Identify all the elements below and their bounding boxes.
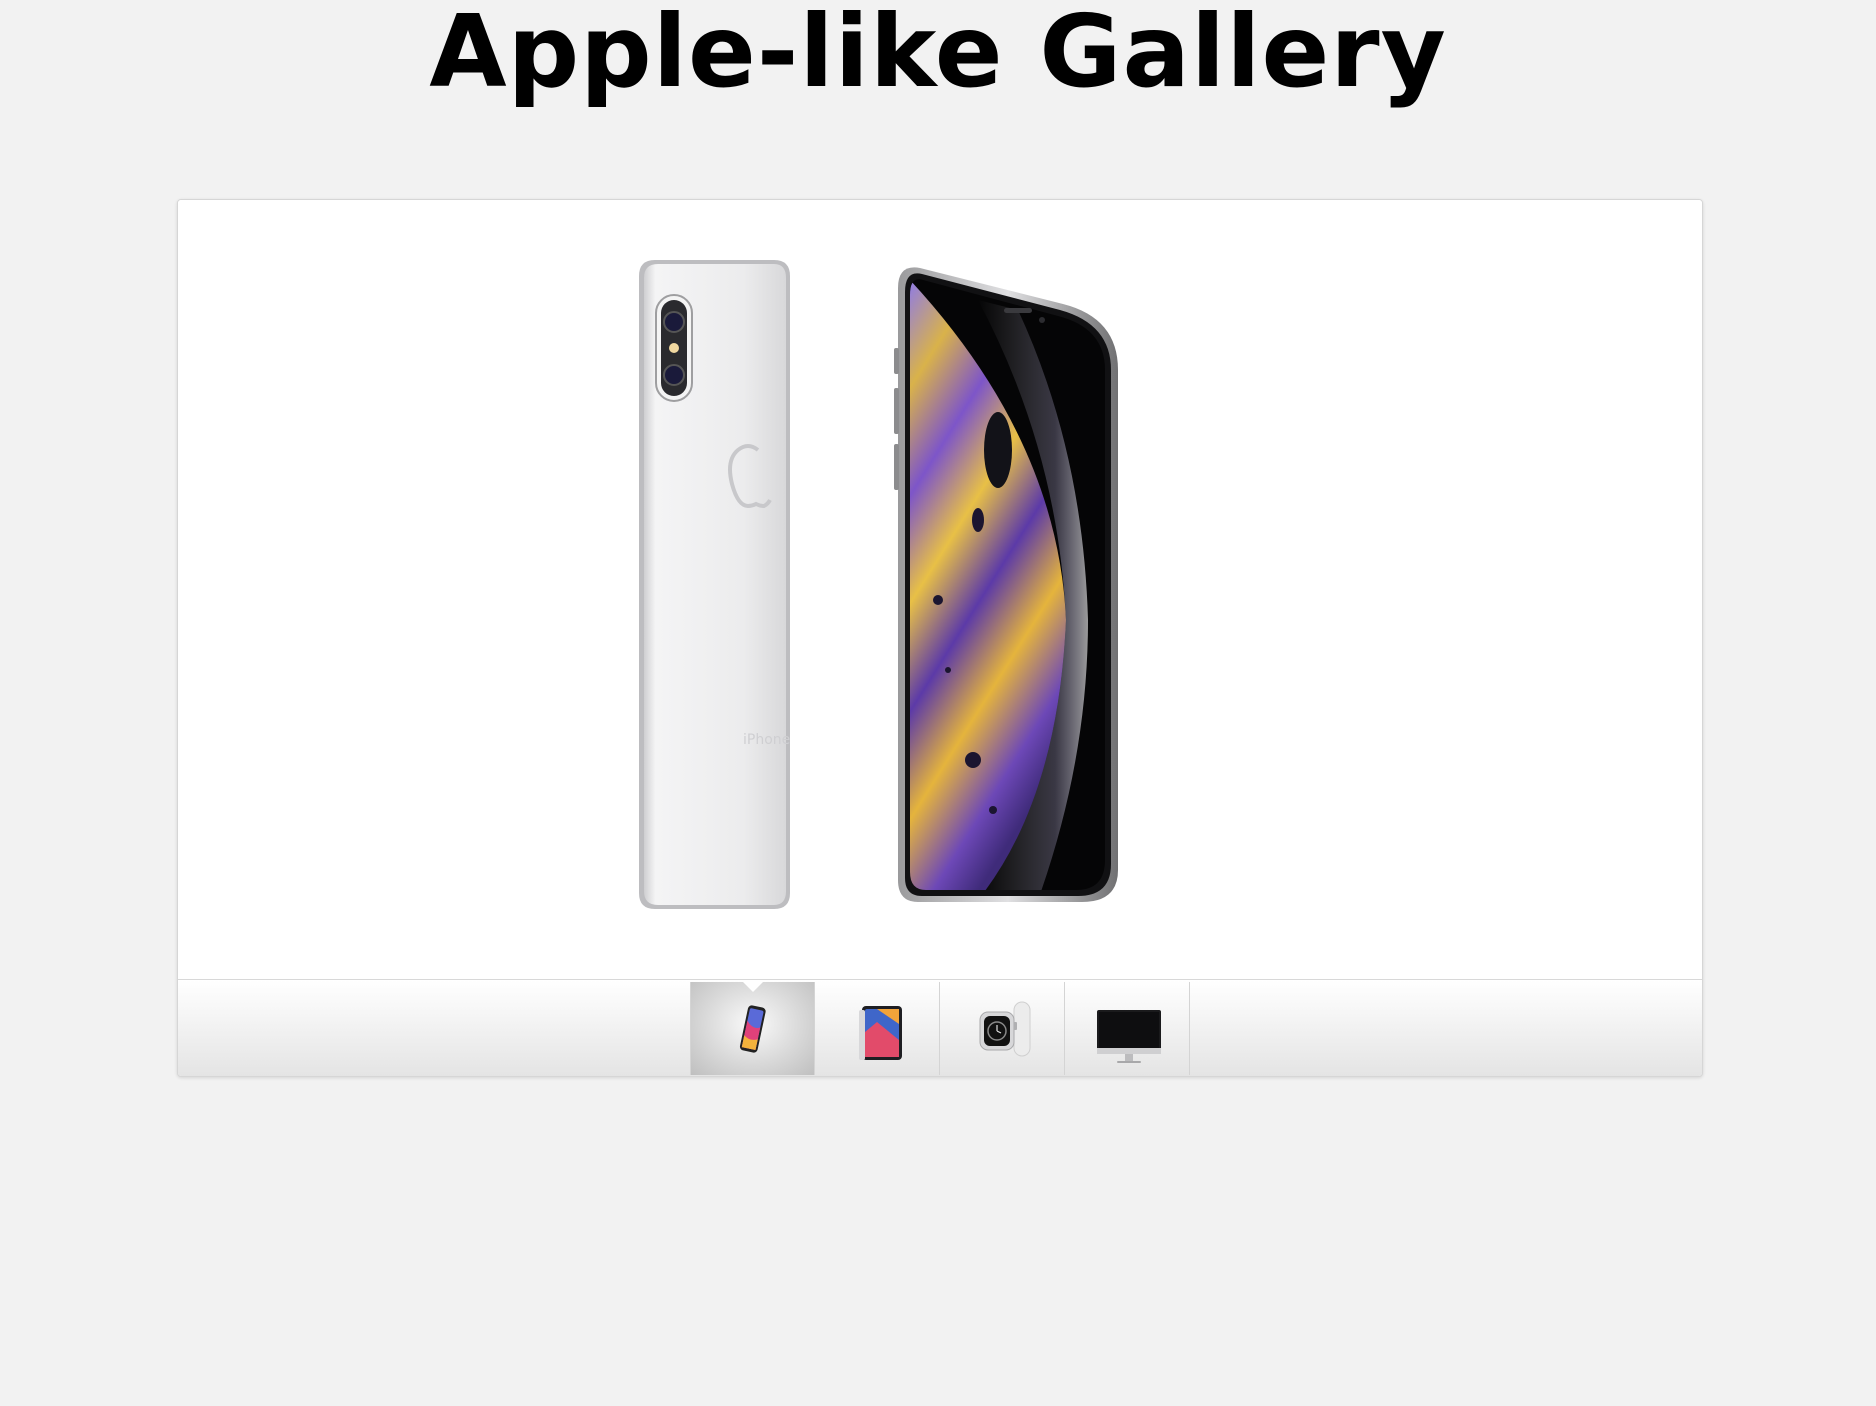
main-image-stage: iPhone	[178, 200, 1702, 979]
gallery: iPhone	[177, 199, 1703, 1077]
ipad-icon	[859, 1006, 902, 1060]
apple-watch-thumbnail[interactable]	[940, 982, 1065, 1075]
ipad-thumbnail[interactable]	[815, 982, 940, 1075]
iphone-icon	[739, 1005, 766, 1053]
iphone-thumbnail[interactable]	[690, 981, 815, 1075]
page-title: Apple-like Gallery	[429, 0, 1447, 110]
svg-text:iPhone: iPhone	[743, 732, 790, 748]
thumbnail-bar	[178, 979, 1702, 1076]
watch-icon	[979, 1001, 1031, 1057]
imac-thumbnail[interactable]	[1065, 982, 1190, 1075]
iphone-xs-product-image: iPhone	[639, 260, 1118, 909]
imac-icon	[1097, 1010, 1161, 1063]
